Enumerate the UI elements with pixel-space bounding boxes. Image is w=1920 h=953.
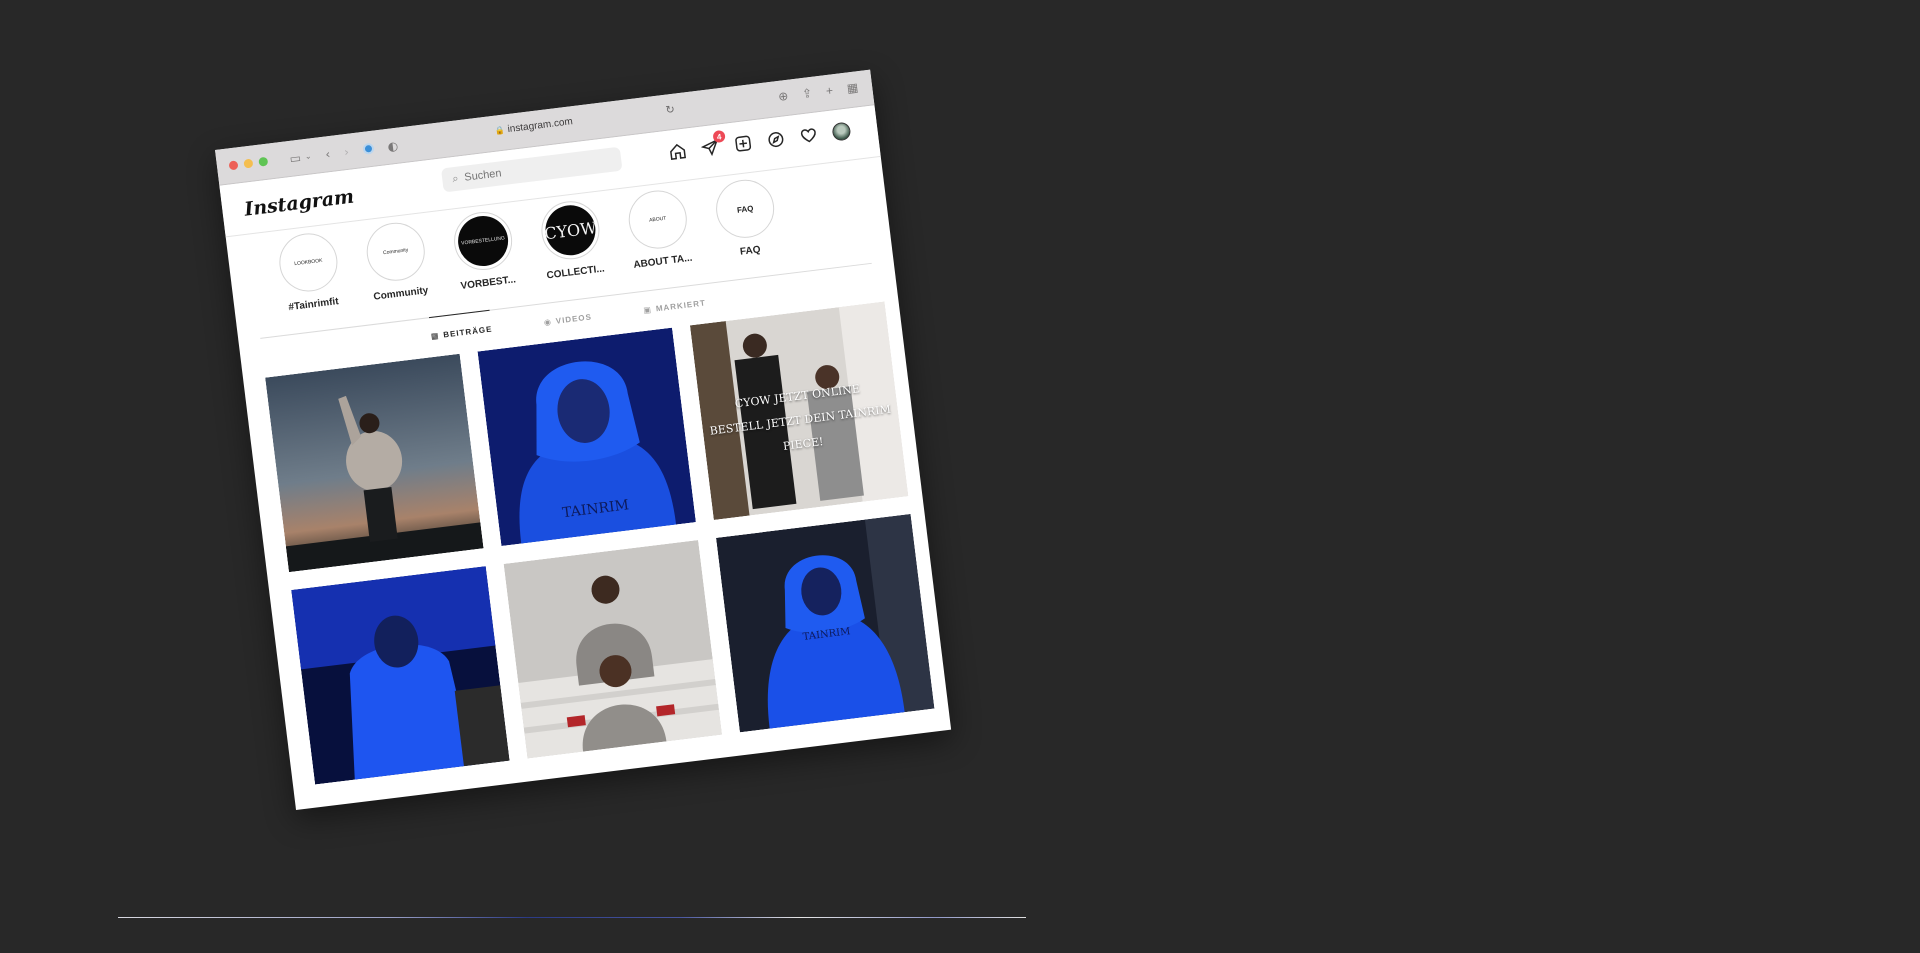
share-icon[interactable]: ⇪ <box>801 86 813 101</box>
highlight-label: COLLECTI... <box>545 263 606 282</box>
highlight-cover: CYOW <box>542 202 599 259</box>
fullscreen-window-button[interactable] <box>258 156 269 167</box>
highlight-ring: ABOUT <box>625 187 691 252</box>
post-image: TAINRIM <box>477 327 696 547</box>
post-image: TAINRIM <box>715 513 935 733</box>
highlight-label: VORBEST... <box>460 274 517 293</box>
grid-icon: ▦ <box>430 331 440 342</box>
highlight-faq[interactable]: FAQ FAQ <box>711 176 784 281</box>
highlight-label: #Tainrimfit <box>287 296 340 314</box>
profile-avatar[interactable] <box>830 120 852 142</box>
highlight-ring: VORBESTELLUNG <box>450 208 516 274</box>
lock-icon: 🔒 <box>494 125 506 136</box>
tab-overview-icon[interactable]: ▦ <box>846 80 859 95</box>
address-bar[interactable]: 🔒 instagram.com <box>494 116 573 136</box>
posts-grid: TAINRIM CYOW JETZT ONLINE BESTELL JETZT … <box>243 300 948 787</box>
highlight-collection[interactable]: CYOW COLLECTI... <box>536 197 609 303</box>
notification-badge: 4 <box>712 129 726 144</box>
tab-label: BEITRÄGE <box>442 324 493 340</box>
instagram-logo[interactable]: Instagram <box>243 186 355 221</box>
highlight-label: Community <box>372 285 429 303</box>
back-icon[interactable]: ‹ <box>325 147 331 161</box>
highlight-cover: ABOUT <box>629 191 686 248</box>
browser-window: ▭ ⌄ ‹ › ◐ 🔒 instagram.com ↻ ⊕ ⇪ + ▦ Insta… <box>215 69 952 811</box>
post-tile[interactable] <box>265 353 484 573</box>
tab-videos[interactable]: ◉ VIDEOS <box>542 298 593 328</box>
highlight-ring: FAQ <box>712 176 778 242</box>
tagged-icon: ▣ <box>642 304 653 315</box>
tab-label: MARKIERT <box>655 298 707 314</box>
new-post-icon[interactable] <box>732 132 754 154</box>
search-input[interactable] <box>463 154 605 184</box>
post-tile[interactable]: TAINRIM <box>715 513 935 733</box>
explore-compass-icon[interactable] <box>765 128 787 150</box>
url-text: instagram.com <box>507 116 574 136</box>
forward-icon[interactable]: › <box>343 144 349 158</box>
reload-icon[interactable]: ↻ <box>665 103 676 117</box>
highlight-cover: Community <box>367 223 424 280</box>
highlight-label: ABOUT TA... <box>632 252 694 271</box>
extension-icon[interactable] <box>362 142 375 155</box>
highlight-ring: LOOKBOOK <box>276 230 341 295</box>
direct-messages-icon[interactable]: 4 <box>699 129 726 158</box>
post-tile[interactable] <box>503 540 723 759</box>
highlight-community[interactable]: Community Community <box>361 219 434 324</box>
activity-heart-icon[interactable] <box>798 124 820 146</box>
highlight-tainrimfit[interactable]: LOOKBOOK #Tainrimfit <box>274 230 347 335</box>
sidebar-toggle-icon[interactable]: ▭ <box>289 150 302 165</box>
highlight-vorbestellung[interactable]: VORBESTELLUNG VORBEST... <box>449 208 522 313</box>
tab-markiert[interactable]: ▣ MARKIERT <box>641 284 707 315</box>
highlight-cover: LOOKBOOK <box>280 234 337 291</box>
toolbar-right: ⊕ ⇪ + ▦ <box>777 80 859 104</box>
tab-label: VIDEOS <box>555 312 593 326</box>
search-icon: ⌕ <box>451 171 460 186</box>
toolbar-left: ▭ ⌄ ‹ › ◐ <box>289 138 399 165</box>
downloads-icon[interactable]: ⊕ <box>777 89 789 104</box>
post-image <box>291 566 510 785</box>
instagram-nav: 4 <box>667 120 853 162</box>
post-image <box>503 540 723 759</box>
minimize-window-button[interactable] <box>243 158 254 169</box>
highlight-ring: Community <box>363 219 429 285</box>
screenshot-stage: ▭ ⌄ ‹ › ◐ 🔒 instagram.com ↻ ⊕ ⇪ + ▦ Insta… <box>0 0 1920 953</box>
window-controls <box>228 156 269 171</box>
highlight-cover: FAQ <box>717 180 773 237</box>
highlight-ring: CYOW <box>538 197 603 263</box>
tab-beitraege[interactable]: ▦ BEITRÄGE <box>429 311 493 341</box>
avatar <box>831 121 852 142</box>
highlight-about[interactable]: ABOUT ABOUT TA... <box>623 187 696 292</box>
chevron-down-icon[interactable]: ⌄ <box>304 151 312 161</box>
post-image <box>265 353 484 573</box>
post-tile[interactable] <box>291 566 510 785</box>
decorative-line <box>118 917 1026 918</box>
post-tile[interactable]: TAINRIM <box>477 327 696 547</box>
highlight-label: FAQ <box>739 244 762 258</box>
close-window-button[interactable] <box>228 160 239 171</box>
new-tab-icon[interactable]: + <box>825 83 834 98</box>
home-icon[interactable] <box>667 140 689 162</box>
privacy-shield-icon[interactable]: ◐ <box>387 138 399 153</box>
video-icon: ◉ <box>543 317 553 328</box>
post-tile[interactable]: CYOW JETZT ONLINE BESTELL JETZT DEIN TAI… <box>689 301 909 520</box>
highlight-cover: VORBESTELLUNG <box>455 213 511 269</box>
